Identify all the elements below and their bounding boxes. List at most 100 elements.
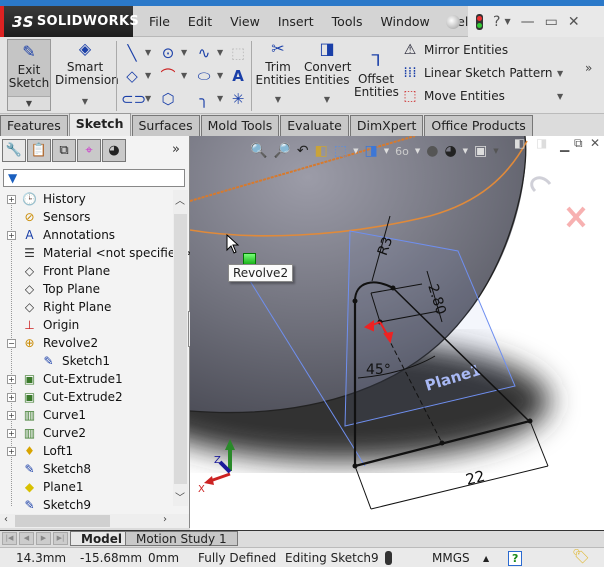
- tree-item-sketch8[interactable]: ✎ Sketch8: [0, 460, 172, 478]
- tree-item-sketch9[interactable]: ✎ Sketch9: [0, 496, 172, 514]
- scroll-thumb[interactable]: [174, 214, 187, 484]
- tab-motion-study-1[interactable]: Motion Study 1: [125, 531, 238, 546]
- tab-evaluate[interactable]: Evaluate: [280, 115, 349, 136]
- tree-item-loft1[interactable]: + ♦ Loft1: [0, 442, 172, 460]
- apply-scene-dropdown[interactable]: ▼: [463, 147, 468, 155]
- tree-item-right-plane[interactable]: ◇ Right Plane: [0, 298, 172, 316]
- pin-menu-icon[interactable]: [446, 15, 460, 29]
- tab-features[interactable]: Features: [0, 115, 68, 136]
- section-view-icon[interactable]: ◧: [315, 143, 328, 159]
- tree-vertical-scrollbar[interactable]: ︿ ﹀: [173, 190, 188, 506]
- tab-dimxpert[interactable]: DimXpert: [349, 115, 424, 136]
- tree-item-plane1[interactable]: ◆ Plane1: [0, 478, 172, 496]
- display-style-icon[interactable]: ◨: [364, 143, 377, 159]
- viewport-split-right-icon[interactable]: ◨: [536, 136, 547, 150]
- menu-view[interactable]: View: [221, 14, 269, 29]
- expand-icon[interactable]: +: [7, 374, 16, 384]
- viewport-split-left-icon[interactable]: ◧: [514, 136, 525, 150]
- smart-dimension-dropdown[interactable]: ▼: [55, 95, 115, 108]
- tree-item-history[interactable]: + 🕒 History: [0, 190, 172, 208]
- tab-surfaces[interactable]: Surfaces: [131, 115, 200, 136]
- viewport-close-icon[interactable]: ✕: [590, 136, 600, 150]
- slot-icon[interactable]: ⊂⊃ ▼: [121, 89, 151, 109]
- line-icon[interactable]: ╲ ▼: [121, 43, 151, 63]
- scroll-left-icon[interactable]: ‹: [4, 514, 8, 525]
- tab-model[interactable]: Model: [70, 531, 134, 546]
- construction-geometry-icon[interactable]: ⬚: [227, 43, 249, 63]
- view-settings-icon[interactable]: ▣: [474, 143, 487, 159]
- propertymanager-icon[interactable]: 📋: [27, 139, 51, 162]
- tree-item-top-plane[interactable]: ◇ Top Plane: [0, 280, 172, 298]
- menu-window[interactable]: Window: [371, 14, 438, 29]
- collapse-icon[interactable]: −: [7, 338, 16, 348]
- menu-file[interactable]: File: [140, 14, 179, 29]
- status-rebuild-light-icon[interactable]: [385, 551, 392, 565]
- viewport-minimize-icon[interactable]: ▁: [560, 138, 569, 152]
- tree-item-annotations[interactable]: + A Annotations: [0, 226, 172, 244]
- convert-dropdown[interactable]: ▼: [304, 93, 350, 106]
- spline-icon[interactable]: ∿ ▼: [193, 43, 223, 63]
- view-orientation-dropdown[interactable]: ▼: [353, 147, 358, 155]
- solidworks-logo[interactable]: 3S SOLIDWORKS: [0, 6, 139, 37]
- units-menu-icon[interactable]: ▲: [483, 554, 489, 563]
- view-orientation-icon[interactable]: ⬚: [334, 143, 347, 159]
- scroll-down-icon[interactable]: ﹀: [175, 489, 185, 504]
- tab-sketch[interactable]: Sketch: [68, 113, 131, 136]
- tree-item-origin[interactable]: ⊥ Origin: [0, 316, 172, 334]
- view-settings-dropdown[interactable]: ▼: [493, 147, 498, 155]
- rebuild-traffic-light-icon[interactable]: [476, 13, 483, 30]
- tree-item-front-plane[interactable]: ◇ Front Plane: [0, 262, 172, 280]
- minimize-button[interactable]: —: [521, 14, 535, 30]
- viewport-restore-icon[interactable]: ⧉: [574, 136, 583, 151]
- panel-more-icon[interactable]: »: [172, 142, 180, 157]
- polygon-icon[interactable]: ⬡: [157, 89, 179, 109]
- tree-item-sensors[interactable]: ⊘ Sensors: [0, 208, 172, 226]
- graphics-area[interactable]: Plane1 R3 2.80 45° 22 Z X 🔍 🔎 ↶ ◧ ⬚ ▼ ◨ …: [190, 136, 604, 530]
- move-entities-button[interactable]: ⬚ Move Entities: [400, 86, 505, 106]
- point-icon[interactable]: ✳: [227, 89, 249, 109]
- fillet-icon[interactable]: ╮ ▼: [193, 89, 223, 109]
- tags-icon[interactable]: 🏷: [572, 549, 590, 565]
- expand-icon[interactable]: +: [7, 446, 16, 456]
- expand-icon[interactable]: +: [7, 230, 16, 240]
- tree-horizontal-scrollbar[interactable]: ‹ ›: [0, 514, 190, 528]
- ellipse-icon[interactable]: ⬭ ▼: [193, 66, 224, 86]
- expand-icon[interactable]: +: [7, 392, 16, 402]
- dimxpertmanager-icon[interactable]: ⌖: [77, 139, 101, 162]
- expand-icon[interactable]: +: [7, 194, 16, 204]
- exit-sketch-dropdown[interactable]: ▼: [8, 96, 50, 110]
- linear-sketch-pattern-button[interactable]: ⁞⁞⁞ Linear Sketch Pattern: [400, 63, 552, 83]
- tree-item-cut-extrude1[interactable]: + ▣ Cut-Extrude1: [0, 370, 172, 388]
- linear-pattern-dropdown[interactable]: ▼: [557, 69, 563, 78]
- tree-item-curve1[interactable]: + ▥ Curve1: [0, 406, 172, 424]
- smart-dimension-button[interactable]: ◈ Smart Dimension ▼: [55, 39, 119, 108]
- move-entities-dropdown[interactable]: ▼: [557, 92, 563, 101]
- restore-button[interactable]: ▭: [545, 14, 558, 30]
- expand-icon[interactable]: +: [7, 410, 16, 420]
- text-icon[interactable]: A: [227, 66, 249, 86]
- tree-item-revolve2[interactable]: − ⊕ Revolve2: [0, 334, 172, 352]
- featuremanager-icon[interactable]: 🔧: [2, 139, 26, 162]
- arc-icon[interactable]: ⌒ ▼: [157, 66, 187, 86]
- tree-item-sketch1[interactable]: ✎ Sketch1: [0, 352, 172, 370]
- apply-scene-icon[interactable]: ◕: [444, 143, 456, 159]
- first-tab-button[interactable]: |◀: [2, 532, 17, 545]
- offset-entities-button[interactable]: ⅂ Offset Entities: [354, 51, 399, 99]
- previous-view-icon[interactable]: ↶: [297, 143, 309, 159]
- circle-icon[interactable]: ⊙ ▼: [157, 43, 187, 63]
- dim-angle-45[interactable]: 45°: [366, 362, 391, 378]
- tab-mold-tools[interactable]: Mold Tools: [200, 115, 280, 136]
- rectangle-icon[interactable]: ◇ ▼: [121, 66, 151, 86]
- zoom-to-area-icon[interactable]: 🔎: [273, 143, 290, 159]
- displaymanager-icon[interactable]: ◕: [102, 139, 126, 162]
- hide-show-items-icon[interactable]: 6o: [395, 145, 409, 158]
- scroll-right-icon[interactable]: ›: [163, 514, 167, 525]
- edit-appearance-icon[interactable]: ●: [426, 143, 438, 159]
- last-tab-button[interactable]: ▶|: [53, 532, 68, 545]
- quick-tips-help-icon[interactable]: ?: [508, 551, 523, 566]
- next-tab-button[interactable]: ▶: [36, 532, 51, 545]
- menu-edit[interactable]: Edit: [179, 14, 221, 29]
- tree-filter-input[interactable]: ▼: [3, 169, 185, 187]
- close-button[interactable]: ✕: [568, 14, 580, 30]
- status-units[interactable]: MMGS: [432, 551, 470, 565]
